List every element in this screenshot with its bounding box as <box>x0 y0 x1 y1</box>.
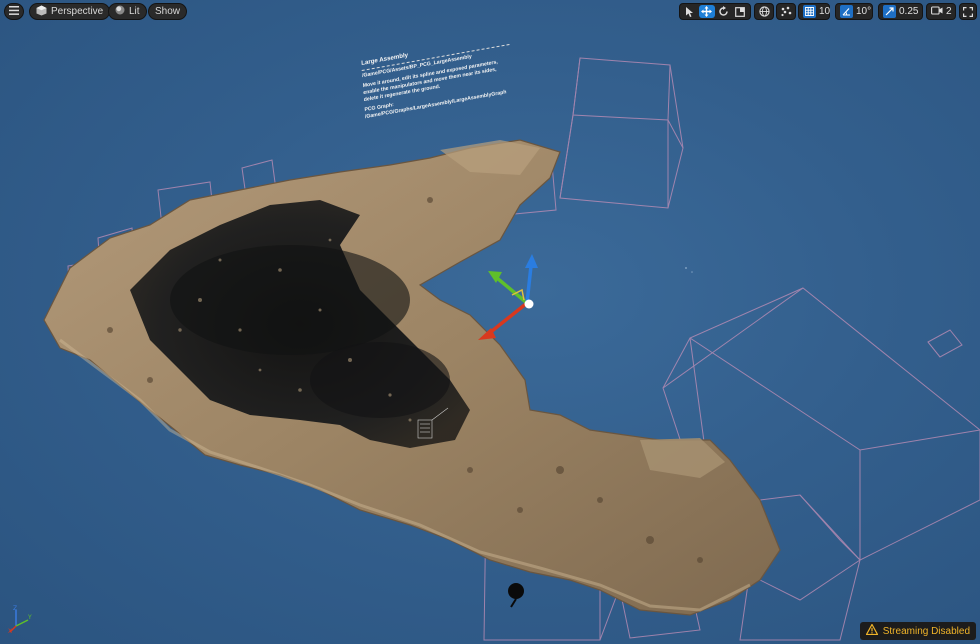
streaming-status-badge[interactable]: Streaming Disabled <box>859 622 976 640</box>
svg-text:X: X <box>8 628 12 634</box>
maximize-viewport-button[interactable] <box>959 3 977 20</box>
viewport-menu-button[interactable] <box>4 3 24 20</box>
rotate-icon <box>719 6 728 16</box>
rotation-snap-value: 10° <box>856 6 872 17</box>
perspective-label: Perspective <box>51 6 104 17</box>
svg-text:Z: Z <box>13 605 17 612</box>
gizmo-z-axis <box>525 265 533 304</box>
show-label: Show <box>155 6 181 17</box>
view-mode-button[interactable]: Lit <box>108 3 147 20</box>
axis-indicator: Z Y X <box>8 605 32 634</box>
move-arrows-icon <box>701 6 713 17</box>
particle-specks <box>685 267 693 273</box>
streaming-status-label: Streaming Disabled <box>882 625 970 637</box>
select-mode-button[interactable] <box>682 5 698 18</box>
hamburger-icon <box>9 5 19 18</box>
scale-arrow-icon <box>883 5 896 18</box>
level-viewport[interactable]: Large Assembly /Game/PCG/Assets/BP_PCG_L… <box>0 0 980 644</box>
globe-icon <box>758 6 770 17</box>
rotation-snap-button[interactable]: 10° <box>835 3 873 20</box>
camera-speed-button[interactable]: 2 <box>926 3 956 20</box>
grid-snap-value: 10 <box>819 6 831 17</box>
camera-speed-value: 2 <box>946 6 952 17</box>
grid-icon <box>803 5 816 18</box>
scale-snap-button[interactable]: 0.25 <box>878 3 923 20</box>
lit-sphere-icon <box>115 5 125 18</box>
surface-snap-icon <box>781 6 792 17</box>
sky-sphere-icon[interactable] <box>508 583 524 608</box>
island-terrain[interactable] <box>43 139 781 616</box>
perspective-button[interactable]: Perspective <box>29 3 111 20</box>
coordinate-system-button[interactable] <box>754 3 774 20</box>
grid-snap-button[interactable]: 10 <box>798 3 830 20</box>
scale-icon <box>735 6 746 17</box>
translate-mode-button[interactable] <box>698 5 715 18</box>
surface-snapping-button[interactable] <box>776 3 796 20</box>
show-button[interactable]: Show <box>148 3 188 20</box>
scale-mode-button[interactable] <box>732 5 748 18</box>
transform-gizmo[interactable] <box>478 254 538 340</box>
angle-icon <box>840 5 853 18</box>
gizmo-z-arrow <box>525 254 538 268</box>
rotate-mode-button[interactable] <box>716 5 732 18</box>
gizmo-x-axis <box>485 301 529 337</box>
cursor-arrow-icon <box>686 6 694 17</box>
svg-text:Y: Y <box>27 614 32 621</box>
cube-icon <box>36 5 47 19</box>
lit-label: Lit <box>129 6 140 17</box>
warning-icon <box>865 623 879 638</box>
camera-icon <box>931 5 943 18</box>
transform-tools-group <box>679 3 751 20</box>
gizmo-center <box>524 299 534 309</box>
scale-snap-value: 0.25 <box>899 6 919 17</box>
maximize-icon <box>963 6 973 17</box>
